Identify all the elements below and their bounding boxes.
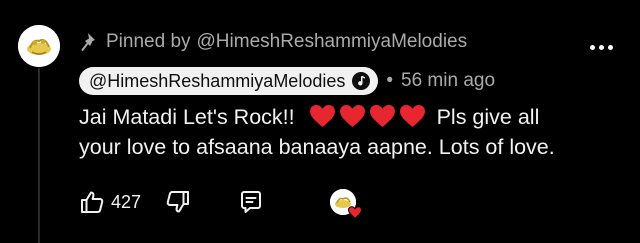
comment-actions: 427 [79,187,264,217]
comment-text: Jai Matadi Let's Rock!! Pls give all you… [79,102,619,162]
red-heart-emoji [309,104,335,128]
pinned-label-row: Pinned by @HimeshReshammiyaMelodies [80,30,467,54]
author-name: @HimeshReshammiyaMelodies [89,70,346,91]
reply-comment-icon [238,189,264,215]
comment-text-after-emoji: Pls give all [436,105,540,129]
red-heart-emoji [369,104,395,128]
author-chip[interactable]: @HimeshReshammiyaMelodies [79,67,379,95]
reply-button[interactable] [238,189,264,215]
more-dot [607,44,613,50]
comment-text-start: Jai Matadi Let's Rock!! [79,105,295,129]
more-vertical-icon [589,44,595,50]
creator-heart [330,189,363,221]
comment-timestamp[interactable]: 56 min ago [401,70,495,92]
thumbs-down-icon [165,189,191,215]
pin-icon [80,31,100,53]
avatar[interactable] [18,25,60,67]
like-count: 427 [111,191,142,212]
comment-text-line2: your love to afsaana banaaya aapne. Lots… [79,135,555,159]
thumbs-up-icon [79,189,105,215]
emoji-group [309,104,435,129]
thread-line [38,68,40,243]
pinned-by-channel: @HimeshReshammiyaMelodies [196,31,468,52]
red-heart-emoji [339,104,365,128]
more-options-button[interactable] [588,37,614,57]
separator-dot: • [386,70,394,91]
dislike-button[interactable] [165,189,191,215]
music-note-verified-icon [351,71,371,91]
creator-heart-icon [347,206,363,219]
comment-header: @HimeshReshammiyaMelodies • 56 min ago [79,67,495,95]
red-heart-emoji [399,104,425,128]
more-dot [598,44,604,50]
like-button[interactable]: 427 [79,189,141,215]
pinned-prefix: Pinned by [106,31,191,52]
